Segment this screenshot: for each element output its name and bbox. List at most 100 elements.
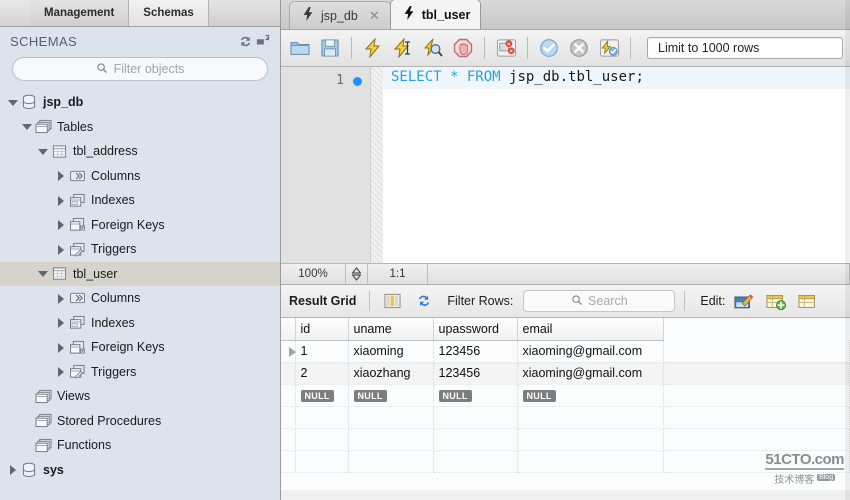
null-cell[interactable]: NULL [295,384,349,407]
editor-tab-jsp_db[interactable]: jsp_db ✕ [289,1,391,29]
chevron-right-icon[interactable] [54,316,67,329]
chevron-right-icon[interactable] [6,463,19,476]
tree-item-label: Tables [57,119,94,134]
chevron-right-icon[interactable] [54,365,67,378]
tree-item-indexes[interactable]: Indexes [0,311,280,336]
result-grid[interactable]: id uname upassword email 1 xiaoming 123456 xia… [281,318,850,490]
tree-item-sys[interactable]: sys [0,458,280,483]
sidebar-tab-management[interactable]: Management [30,0,130,26]
refresh-results-icon[interactable] [411,288,437,314]
chevron-right-icon[interactable] [54,341,67,354]
toggle-autocommit-icon[interactable] [596,35,622,61]
chevron-right-icon[interactable] [54,169,67,182]
tree-item-tables[interactable]: Tables [0,115,280,140]
null-cell[interactable]: NULL [517,384,664,407]
sidebar-tab-schemas[interactable]: Schemas [129,0,209,26]
chevron-right-icon[interactable] [54,292,67,305]
database-icon [20,94,38,110]
column-header-email[interactable]: email [517,318,664,341]
statement-marker-icon[interactable] [353,77,362,86]
chevron-down-icon[interactable] [36,267,49,280]
chevron-down-icon[interactable] [20,120,33,133]
table-cell[interactable] [663,340,850,363]
row-marker[interactable] [281,340,296,363]
chevron-right-icon[interactable] [54,194,67,207]
tree-item-tbl_user[interactable]: tbl_user [0,261,280,286]
sidebar-tab-schemas-label: Schemas [143,7,194,19]
execute-statement-icon[interactable] [360,35,386,61]
tree-item-label: Foreign Keys [91,340,165,354]
column-header-id[interactable]: id [295,318,349,341]
table-row[interactable]: 2 xiaozhang 123456 xiaoming@gmail.com [281,362,850,385]
null-cell[interactable]: NULL [348,384,434,407]
tree-item-views[interactable]: Views [0,384,280,409]
tree-item-tbl_address[interactable]: tbl_address [0,139,280,164]
editor-gutter[interactable]: 1 [281,67,371,263]
tree-item-columns[interactable]: Columns [0,164,280,189]
table-cell[interactable]: 2 [295,362,349,385]
chevron-down-icon[interactable] [36,145,49,158]
chevron-down-icon[interactable] [6,96,19,109]
views-icon [34,389,52,404]
sql-code-editor[interactable]: 1 SELECT * FROM jsp_db.tbl_user; [281,67,850,263]
table-cell[interactable]: xiaoming [348,340,434,363]
editor-tab-tbl_user[interactable]: tbl_user [389,0,482,29]
tree-item-jsp_db[interactable]: jsp_db [0,90,280,115]
table-cell[interactable]: 123456 [433,340,518,363]
tree-item-columns[interactable]: Columns [0,286,280,311]
grid-view-icon[interactable] [379,288,405,314]
chevron-right-icon[interactable] [54,218,67,231]
sql-lightning-icon [302,7,314,24]
row-limit-select[interactable]: Limit to 1000 rows [647,37,843,59]
table-cell[interactable]: 123456 [433,362,518,385]
table-cell[interactable] [663,362,850,385]
insert-row-icon[interactable] [763,288,789,314]
tree-item-label: Stored Procedures [57,413,162,428]
stepper-up-down-icon[interactable] [346,264,368,284]
close-icon[interactable]: ✕ [369,8,380,24]
schema-tree[interactable]: jsp_db Tables tbl_address Columns Indexes For… [0,88,280,482]
rollback-transaction-icon[interactable] [566,35,592,61]
table-cell[interactable]: xiaoming@gmail.com [517,340,664,363]
column-header-upassword[interactable]: upassword [433,318,518,341]
current-row-arrow-icon [286,344,300,358]
table-cell [663,406,850,429]
null-cell[interactable]: NULL [433,384,518,407]
commit-transaction-icon[interactable] [536,35,562,61]
chevron-right-icon[interactable] [54,243,67,256]
column-header-uname[interactable]: uname [348,318,434,341]
tree-item-foreign-keys[interactable]: Foreign Keys [0,335,280,360]
row-marker [281,450,296,473]
stop-execution-icon[interactable] [450,35,476,61]
sql-editor-panel: jsp_db ✕ tbl_user ✕ ✕ Limit to 1000 rows… [281,0,850,500]
vertical-scrollbar[interactable] [845,0,850,500]
table-cell [517,406,664,429]
table-cell[interactable]: xiaoming@gmail.com [517,362,664,385]
tree-item-triggers[interactable]: Triggers [0,237,280,262]
new-record-row[interactable]: NULL NULL NULL NULL [281,384,850,407]
tree-item-indexes[interactable]: Indexes [0,188,280,213]
row-marker[interactable] [281,362,296,385]
explain-statement-icon[interactable] [420,35,446,61]
filter-objects-input[interactable]: Filter objects [12,57,268,81]
refresh-icon[interactable] [236,32,254,50]
table-row[interactable]: 1 xiaoming 123456 xiaoming@gmail.com [281,340,850,363]
table-body[interactable]: 1 xiaoming 123456 xiaoming@gmail.com 2 xiaozh… [281,340,850,473]
table-cell[interactable]: 1 [295,340,349,363]
tree-item-triggers[interactable]: Triggers [0,360,280,385]
open-sql-script-icon[interactable] [287,35,313,61]
toggle-stop-on-error-icon[interactable]: ✕ ✕ [493,35,519,61]
filter-rows-input[interactable]: Search [523,290,676,312]
tree-item-functions[interactable]: Functions [0,433,280,458]
delete-row-icon[interactable] [795,288,821,314]
table-cell[interactable]: xiaozhang [348,362,434,385]
sql-keyword-from: FROM [466,69,501,85]
save-sql-script-icon[interactable] [317,35,343,61]
tree-item-label: Functions [57,438,112,452]
collapse-panel-icon[interactable] [254,32,272,50]
editor-code-area[interactable]: SELECT * FROM jsp_db.tbl_user; [383,67,850,263]
edit-row-icon[interactable] [731,288,757,314]
execute-current-statement-icon[interactable] [390,35,416,61]
tree-item-stored-procedures[interactable]: Stored Procedures [0,409,280,434]
tree-item-foreign-keys[interactable]: Foreign Keys [0,213,280,238]
